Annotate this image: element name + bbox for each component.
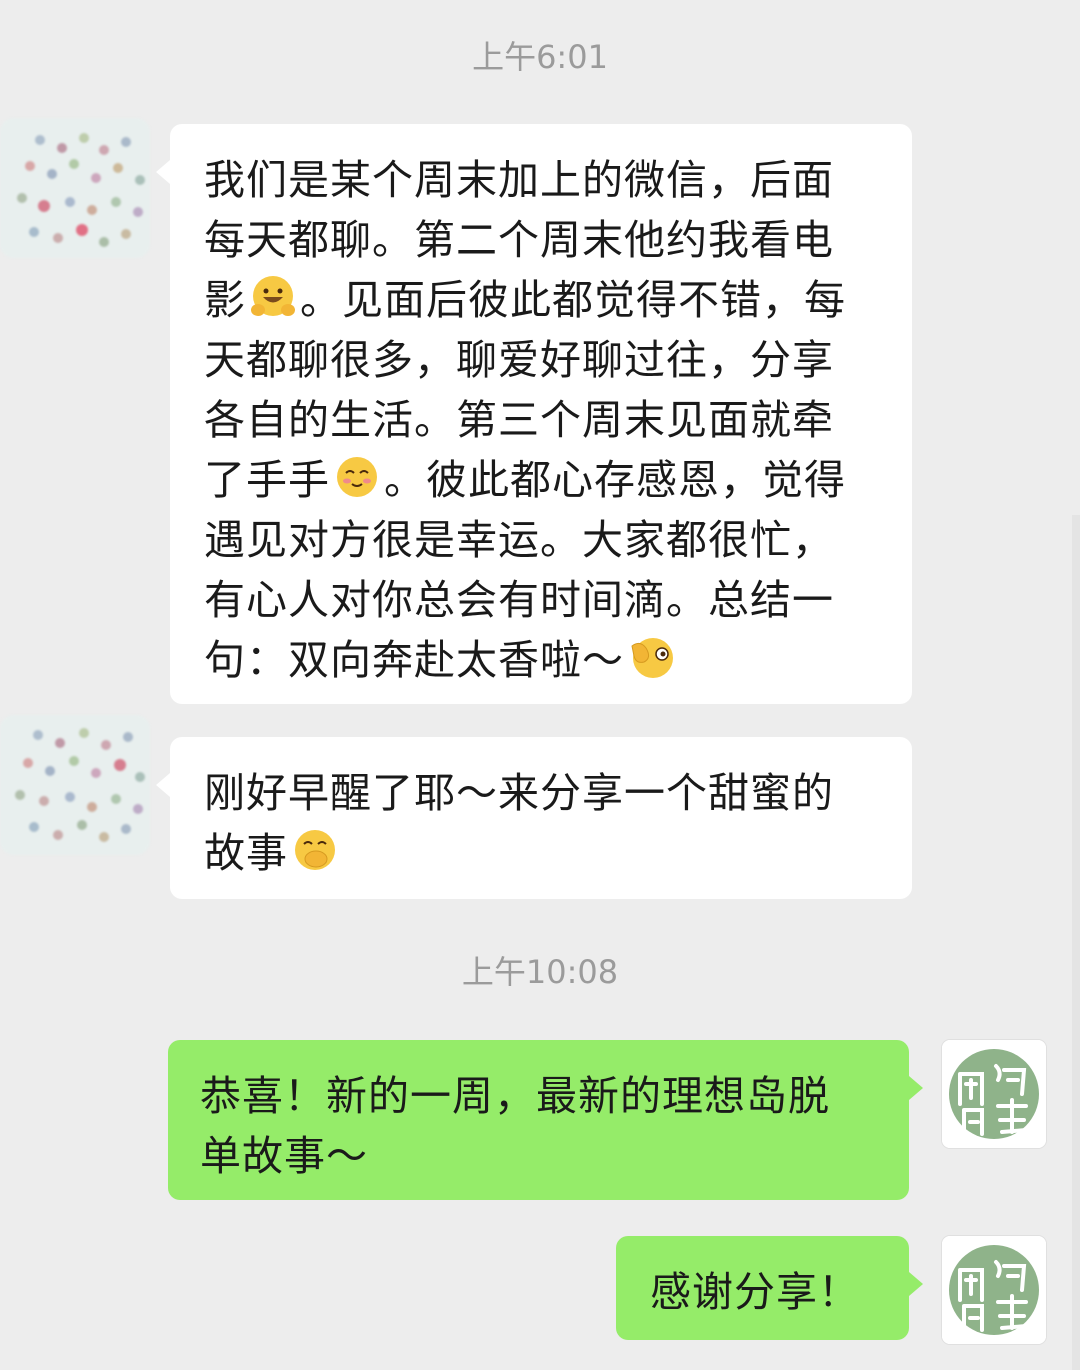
timestamp: 上午6:01: [472, 38, 608, 76]
outgoing-message-bubble[interactable]: 感谢分享！: [616, 1236, 923, 1340]
incoming-message-bubble[interactable]: 刚好早醒了耶～来分享一个甜蜜的 故事: [156, 737, 912, 899]
message-text-line: 我们是某个周末加上的微信，后面: [204, 156, 834, 204]
contact-avatar[interactable]: [0, 715, 150, 855]
avatar-logo: [942, 1040, 1046, 1148]
message-text-line: 了手手 。彼此都心存感恩，觉得: [204, 450, 892, 510]
avatar-dots-pattern: [0, 118, 150, 258]
message-text-line: 各自的生活。第三个周末见面就牵: [204, 396, 834, 444]
blush-emoji: [337, 457, 377, 497]
message-text-line: 刚好早醒了耶～来分享一个甜蜜的: [204, 769, 834, 817]
message-text-line: 每天都聊。第二个周末他约我看电: [204, 216, 834, 264]
incoming-message-bubble[interactable]: 我们是某个周末加上的微信，后面 每天都聊。第二个周末他约我看电 影 。见面后彼此都…: [156, 124, 912, 704]
message-text-line: 恭喜！新的一周，最新的理想岛脱: [200, 1072, 830, 1120]
message-text: 了手手: [204, 456, 330, 504]
self-avatar[interactable]: [942, 1040, 1046, 1148]
message-text-line: 天都聊很多，聊爱好聊过往，分享: [204, 336, 834, 384]
self-avatar[interactable]: [942, 1236, 1046, 1344]
message-text: 。彼此都心存感恩，觉得: [384, 456, 846, 504]
scrollbar-track[interactable]: [1072, 515, 1080, 1370]
message-text-line: 遇见对方很是幸运。大家都很忙，: [204, 516, 834, 564]
ok-wink-emoji: [631, 638, 673, 678]
avatar-logo: [942, 1236, 1046, 1344]
message-text: 。见面后彼此都觉得不错，每: [300, 276, 846, 324]
avatar-dots-pattern: [0, 715, 150, 855]
message-text-line: 有心人对你总会有时间滴。总结一: [204, 576, 834, 624]
grin-hands-emoji: [251, 276, 295, 316]
message-text: 句：双向奔赴太香啦～: [204, 636, 624, 684]
message-text-line: 故事: [204, 823, 892, 883]
outgoing-message-bubble[interactable]: 恭喜！新的一周，最新的理想岛脱 单故事～: [168, 1040, 923, 1200]
timestamp: 上午10:08: [461, 953, 619, 991]
message-text-line: 单故事～: [200, 1132, 368, 1180]
message-text: 影: [204, 276, 246, 324]
message-text-line: 句：双向奔赴太香啦～: [204, 630, 892, 690]
shy-cover-mouth-emoji: [295, 830, 335, 870]
message-text-line: 感谢分享！: [650, 1268, 860, 1316]
message-text-line: 影 。见面后彼此都觉得不错，每: [204, 270, 892, 330]
contact-avatar[interactable]: [0, 118, 150, 258]
message-text: 故事: [204, 829, 288, 877]
